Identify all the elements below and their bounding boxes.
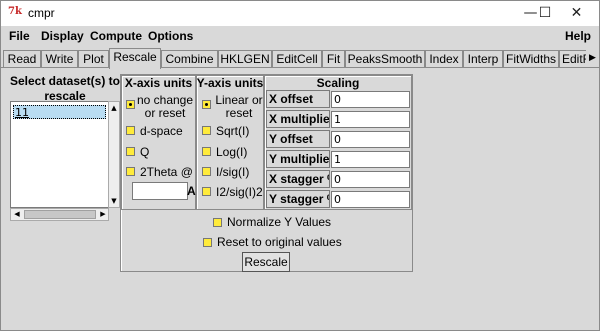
reset-original-checkbox[interactable] bbox=[203, 238, 212, 247]
x-radio-q[interactable] bbox=[126, 147, 135, 156]
y-radio-i2-sig2[interactable] bbox=[202, 187, 211, 196]
tab-plot[interactable]: Plot bbox=[78, 50, 109, 68]
x-radio-d-space[interactable] bbox=[126, 126, 135, 135]
window-title: cmpr bbox=[28, 6, 55, 20]
y-option-linear[interactable]: Linear or reset bbox=[214, 94, 264, 120]
y-radio-i-sig[interactable] bbox=[202, 167, 211, 176]
y-radio-linear[interactable] bbox=[202, 100, 211, 109]
y-option-i-sig[interactable]: I/sig(I) bbox=[216, 166, 249, 179]
y-option-sqrt[interactable]: Sqrt(I) bbox=[216, 125, 249, 138]
x-offset-input[interactable]: 0 bbox=[331, 91, 410, 108]
cmpr-window: 7k cmpr — ☐ ✕ File Display Compute Optio… bbox=[0, 0, 600, 331]
scaling-title: Scaling bbox=[316, 76, 360, 90]
x-stagger-input[interactable]: 0 bbox=[331, 171, 410, 188]
y-stagger-input[interactable]: 0 bbox=[331, 191, 410, 208]
wavelength-unit: A bbox=[187, 184, 196, 198]
menu-compute[interactable]: Compute bbox=[90, 29, 142, 43]
x-radio-2theta[interactable] bbox=[126, 167, 135, 176]
title-bar: 7k cmpr — ☐ ✕ bbox=[1, 1, 599, 26]
dataset-select-label: Select dataset(s) to rescale bbox=[9, 74, 121, 103]
tk-app-icon: 7k bbox=[8, 6, 22, 17]
y-option-log[interactable]: Log(I) bbox=[216, 146, 247, 159]
menu-file[interactable]: File bbox=[9, 29, 30, 43]
y-option-i2-sig2[interactable]: I2/sig(I)2 bbox=[216, 186, 263, 199]
y-offset-label: Y offset bbox=[266, 130, 330, 148]
normalize-y-label[interactable]: Normalize Y Values bbox=[227, 216, 331, 229]
reset-original-label[interactable]: Reset to original values bbox=[217, 236, 342, 249]
rescale-button[interactable]: Rescale bbox=[242, 252, 290, 272]
x-axis-title: X-axis units bbox=[124, 76, 193, 90]
tab-fitwidths[interactable]: FitWidths bbox=[503, 50, 559, 68]
x-option-d-space[interactable]: d-space bbox=[140, 125, 183, 138]
tab-write[interactable]: Write bbox=[41, 50, 78, 68]
tab-index[interactable]: Index bbox=[425, 50, 463, 68]
tab-hklgen[interactable]: HKLGEN bbox=[218, 50, 272, 68]
x-multiplier-label: X multiplier bbox=[266, 110, 330, 128]
y-radio-sqrt[interactable] bbox=[202, 126, 211, 135]
y-radio-log[interactable] bbox=[202, 147, 211, 156]
y-stagger-label: Y stagger % bbox=[266, 190, 330, 208]
normalize-y-checkbox[interactable] bbox=[213, 218, 222, 227]
scroll-left-icon[interactable]: ◀ bbox=[11, 209, 23, 220]
tab-combine[interactable]: Combine bbox=[161, 50, 218, 68]
y-axis-title: Y-axis units bbox=[196, 76, 264, 90]
dataset-listbox[interactable]: 11 bbox=[10, 101, 109, 208]
tab-panel-border bbox=[1, 67, 599, 68]
tab-scroll-right-icon[interactable]: ▶ bbox=[586, 50, 599, 67]
x-option-no-change[interactable]: no change or reset bbox=[134, 94, 196, 120]
x-option-2theta[interactable]: 2Theta @ bbox=[140, 166, 193, 179]
tab-read[interactable]: Read bbox=[3, 50, 41, 68]
scroll-down-icon[interactable]: ▼ bbox=[109, 195, 119, 207]
tab-interp[interactable]: Interp bbox=[463, 50, 503, 68]
tab-rescale[interactable]: Rescale bbox=[109, 48, 161, 69]
close-button[interactable]: ✕ bbox=[554, 1, 599, 26]
menu-help[interactable]: Help bbox=[565, 29, 591, 43]
y-offset-input[interactable]: 0 bbox=[331, 131, 410, 148]
tab-editcell[interactable]: EditCell bbox=[272, 50, 322, 68]
menu-display[interactable]: Display bbox=[41, 29, 84, 43]
x-option-q[interactable]: Q bbox=[140, 146, 149, 159]
scroll-right-icon[interactable]: ▶ bbox=[97, 209, 109, 220]
x-multiplier-input[interactable]: 1 bbox=[331, 111, 410, 128]
dataset-horizontal-scrollbar[interactable]: ◀ ▶ bbox=[10, 208, 109, 221]
tab-fit[interactable]: Fit bbox=[322, 50, 345, 68]
y-multiplier-label: Y multiplier bbox=[266, 150, 330, 168]
dataset-vertical-scrollbar[interactable]: ▲ ▼ bbox=[108, 101, 120, 208]
tab-bar: Read Write Plot Rescale Combine HKLGEN E… bbox=[1, 48, 599, 69]
tab-editf[interactable]: EditF bbox=[559, 50, 587, 68]
horizontal-scroll-thumb[interactable] bbox=[24, 210, 96, 219]
menu-bar: File Display Compute Options Help bbox=[1, 26, 599, 47]
y-multiplier-input[interactable]: 1 bbox=[331, 151, 410, 168]
wavelength-input[interactable] bbox=[132, 182, 188, 200]
x-stagger-label: X stagger % bbox=[266, 170, 330, 188]
dataset-list-item[interactable]: 11 bbox=[13, 105, 106, 119]
tab-peakssmooth[interactable]: PeaksSmooth bbox=[345, 50, 425, 68]
menu-options[interactable]: Options bbox=[148, 29, 193, 43]
scroll-up-icon[interactable]: ▲ bbox=[109, 102, 119, 114]
x-offset-label: X offset bbox=[266, 90, 330, 108]
